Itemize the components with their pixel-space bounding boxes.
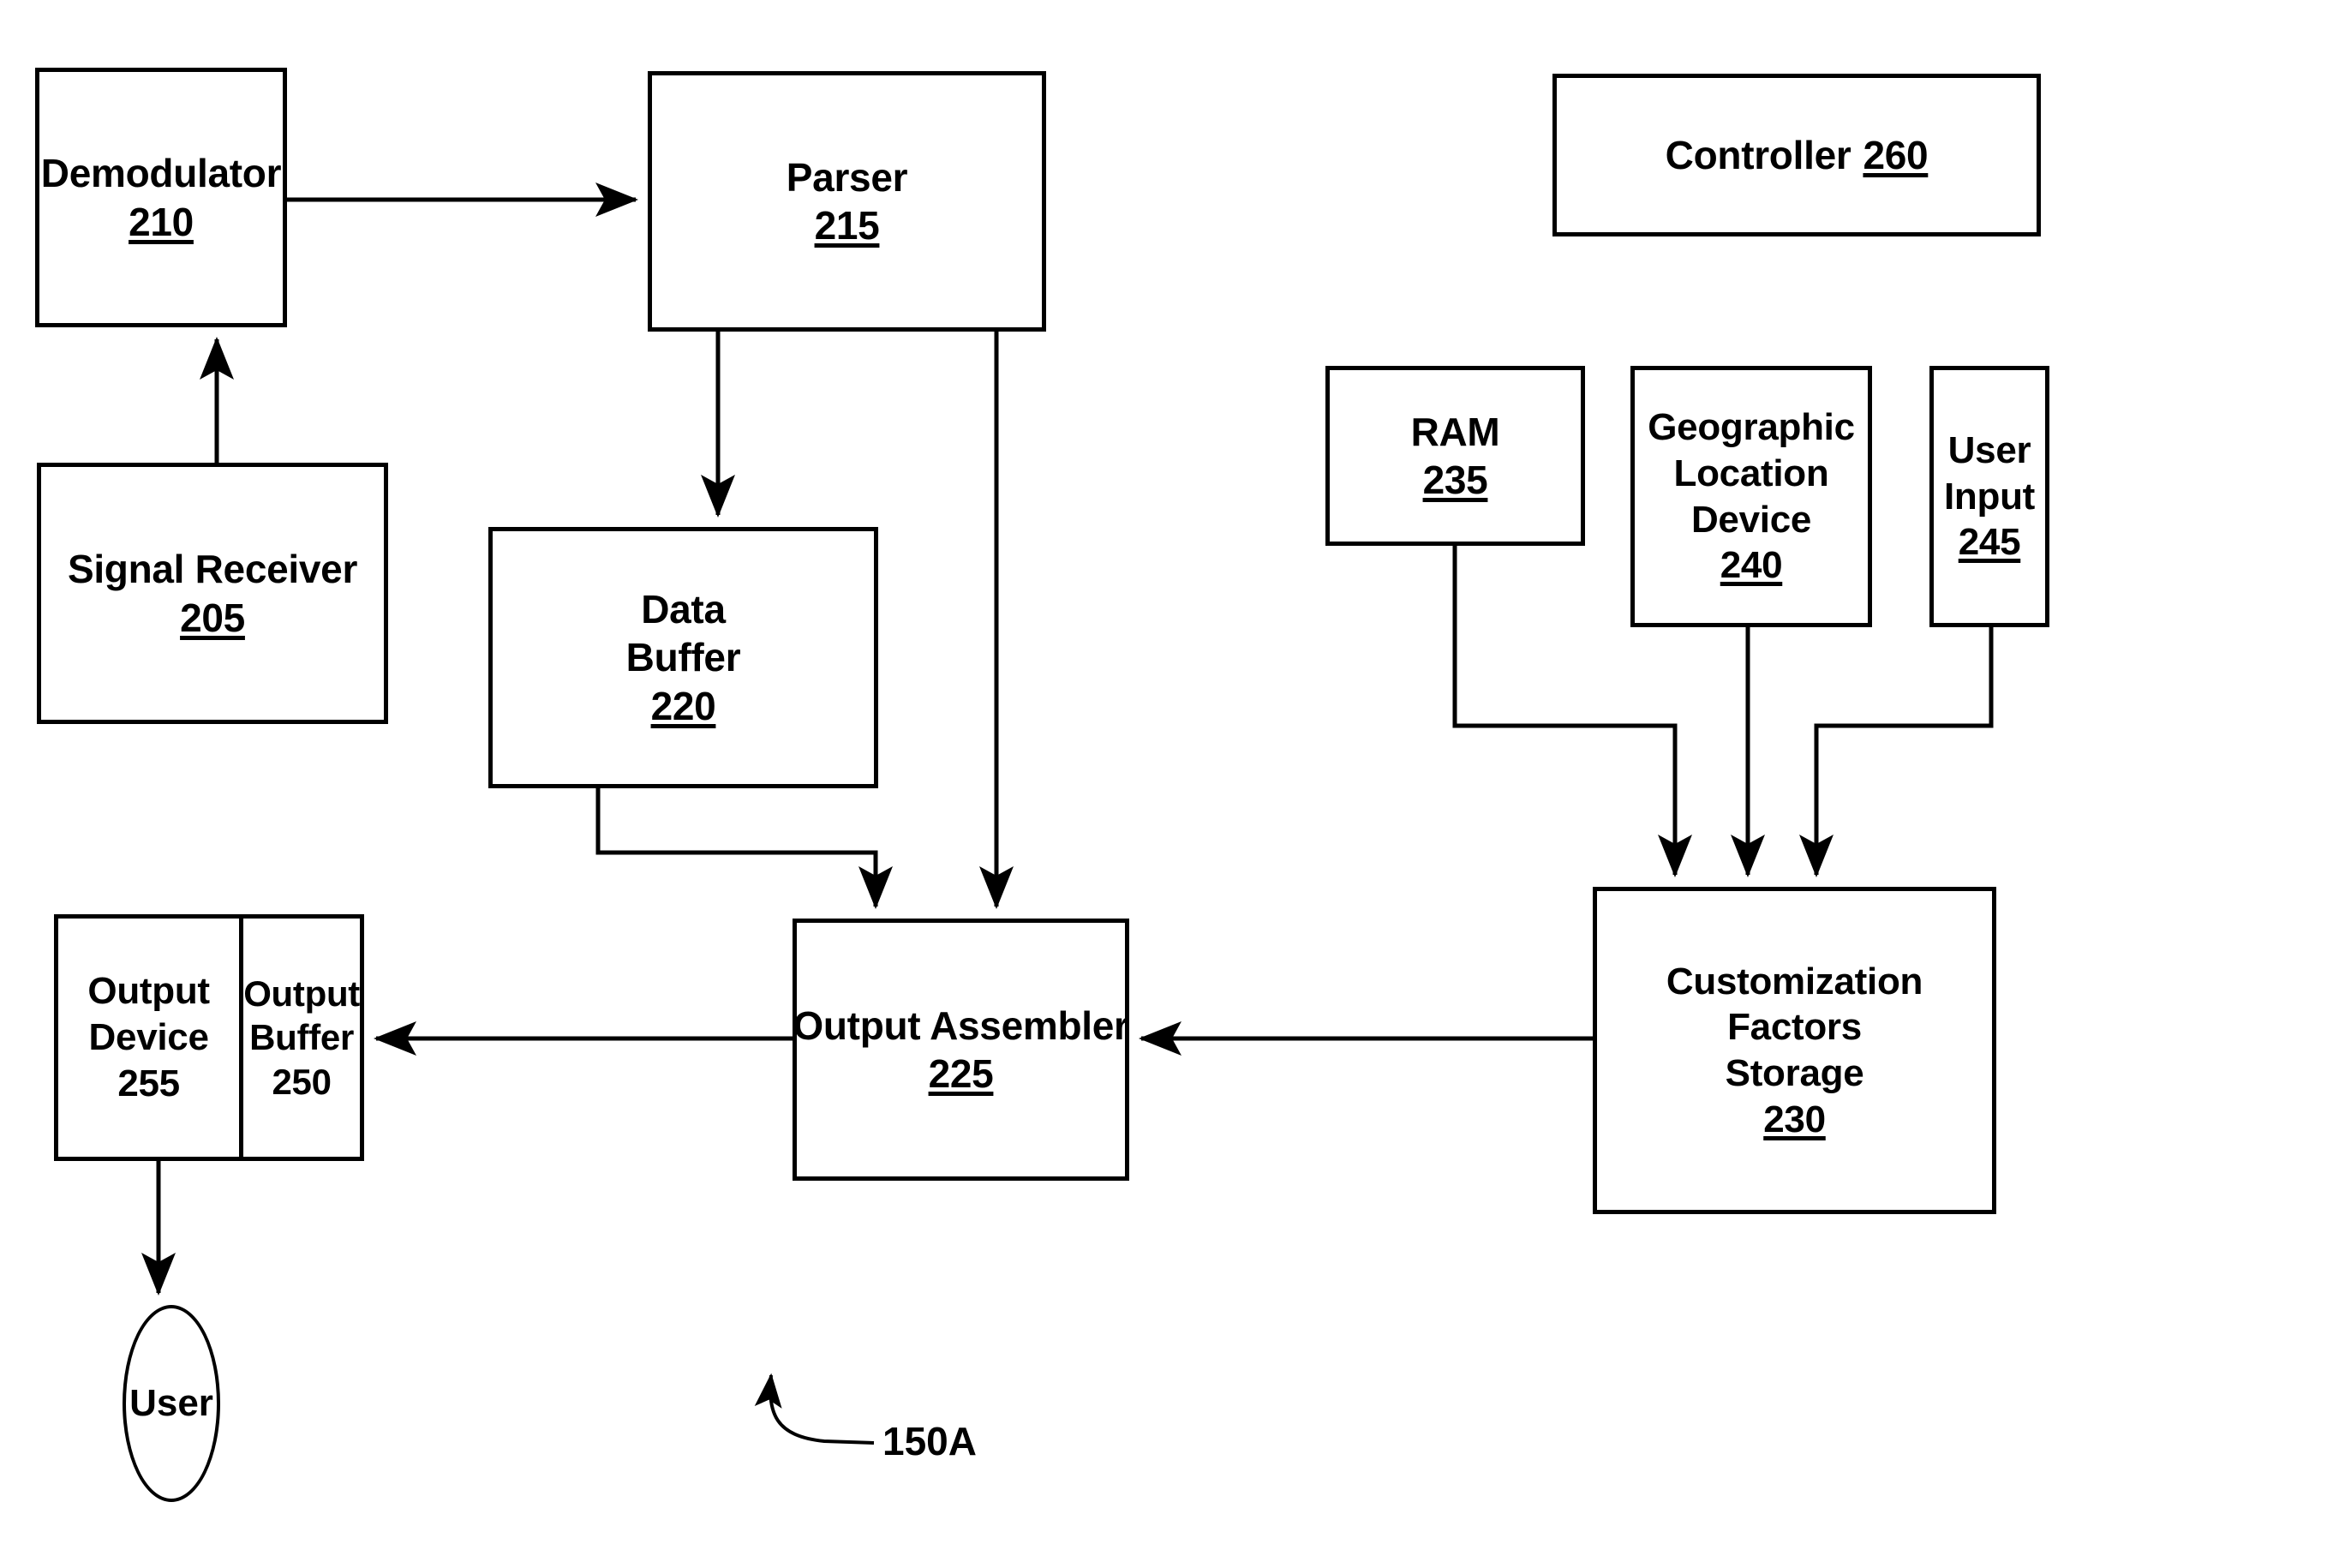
node-label-line: Geographic: [1648, 406, 1855, 449]
node-label-line: Data: [641, 587, 726, 632]
node-customization-factors-storage[interactable]: Customization Factors Storage 230: [1593, 887, 1996, 1214]
node-label-line: Storage: [1725, 1052, 1864, 1094]
node-label-line: Demodulator: [40, 151, 282, 196]
node-label-line: Factors: [1727, 1006, 1862, 1049]
node-reference-numeral: 250: [272, 1061, 332, 1102]
node-output-buffer[interactable]: Output Buffer 250: [239, 919, 360, 1157]
node-reference-numeral: 235: [1422, 458, 1488, 502]
connector-data-buffer-to-output-assembler: [595, 788, 893, 910]
node-user-input[interactable]: User Input 245: [1929, 366, 2049, 627]
node-reference-numeral: 230: [1763, 1098, 1826, 1140]
node-reference-numeral: 260: [1863, 132, 1929, 177]
node-reference-numeral: 225: [928, 1051, 994, 1096]
node-signal-receiver[interactable]: Signal Receiver 205: [37, 463, 388, 724]
node-demodulator[interactable]: Demodulator 210: [35, 68, 287, 327]
node-label-line: Location: [1673, 452, 1829, 494]
node-label-line: Buffer: [625, 635, 741, 680]
node-reference-numeral: 220: [650, 683, 716, 728]
node-label-line: Output Device: [87, 970, 210, 1059]
node-label-line: RAM: [1410, 409, 1500, 454]
block-diagram-figure: Demodulator 210 Parser 215 Controller 26…: [0, 0, 2339, 1568]
node-label-line: User: [129, 1382, 213, 1424]
node-reference-numeral: 210: [129, 199, 194, 244]
node-output-assembler[interactable]: Output Assembler 225: [793, 919, 1129, 1181]
node-label-line: User: [1947, 428, 2031, 471]
node-reference-numeral: 255: [117, 1062, 180, 1104]
node-output-device[interactable]: Output Device 255: [58, 919, 239, 1157]
node-geographic-location-device[interactable]: Geographic Location Device 240: [1630, 366, 1872, 627]
node-label-line: Output: [243, 973, 360, 1014]
node-controller[interactable]: Controller 260: [1552, 74, 2041, 236]
node-label-line: Device: [1690, 498, 1812, 541]
figure-reference-leader: [754, 1373, 875, 1445]
figure-reference-label: 150A: [882, 1419, 977, 1463]
node-label-line: Controller: [1665, 132, 1851, 177]
node-label-line: Signal Receiver: [67, 547, 358, 592]
node-parser[interactable]: Parser 215: [648, 71, 1046, 332]
node-output-device-group: Output Device 255 Output Buffer 250: [54, 914, 364, 1161]
node-label-line: Buffer: [249, 1017, 355, 1058]
node-reference-numeral: 215: [814, 203, 880, 248]
node-user[interactable]: User: [123, 1305, 220, 1502]
node-reference-numeral: 240: [1720, 544, 1783, 587]
node-reference-numeral: 245: [1958, 521, 2021, 564]
node-data-buffer[interactable]: Data Buffer 220: [488, 527, 878, 788]
node-label-line: Parser: [786, 154, 908, 200]
node-label-line: Output Assembler: [793, 1002, 1129, 1048]
node-label-line: Input: [1943, 475, 2035, 518]
node-label-line: Customization: [1666, 960, 1923, 1002]
connector-user-input-to-customization: [1799, 627, 1994, 878]
node-ram[interactable]: RAM 235: [1325, 366, 1585, 546]
node-reference-numeral: 205: [180, 595, 245, 640]
